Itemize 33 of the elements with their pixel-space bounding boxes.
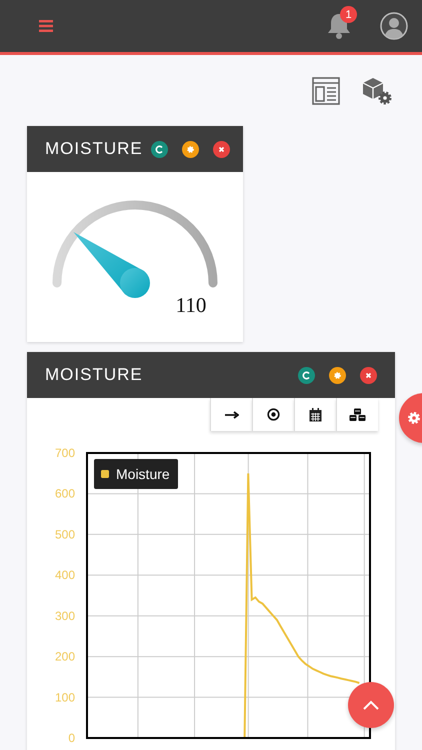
y-tick-label: 300 bbox=[54, 608, 75, 623]
user-avatar-icon[interactable] bbox=[380, 12, 408, 40]
y-tick-label: 700 bbox=[54, 446, 75, 460]
refresh-icon[interactable] bbox=[298, 366, 315, 384]
y-tick-label: 400 bbox=[54, 568, 75, 582]
y-tick-label: 0 bbox=[68, 731, 75, 745]
y-tick-label: 200 bbox=[54, 650, 75, 664]
target-button[interactable] bbox=[252, 398, 294, 431]
menu-icon[interactable] bbox=[39, 20, 53, 32]
chevron-up-icon bbox=[363, 700, 379, 710]
close-icon[interactable] bbox=[360, 366, 377, 384]
legend-label: Moisture bbox=[116, 466, 170, 482]
widget-title: MOISTURE bbox=[45, 139, 143, 159]
arrow-right-icon bbox=[224, 410, 238, 418]
close-icon[interactable] bbox=[212, 140, 230, 158]
calendar-icon bbox=[309, 408, 322, 422]
y-tick-label: 500 bbox=[54, 527, 75, 542]
cubes-icon bbox=[348, 408, 366, 422]
settings-icon[interactable] bbox=[182, 140, 199, 158]
gauge-value: 110 bbox=[176, 293, 206, 317]
widget-title: MOISTURE bbox=[45, 365, 143, 385]
arrow-right-button[interactable] bbox=[210, 398, 252, 431]
y-tick-label: 600 bbox=[54, 486, 75, 501]
layout-icon[interactable] bbox=[312, 77, 340, 105]
calendar-button[interactable] bbox=[294, 398, 336, 431]
cube-settings-icon[interactable] bbox=[362, 77, 392, 105]
target-icon bbox=[267, 408, 280, 421]
y-tick-label: 100 bbox=[54, 690, 75, 704]
settings-icon bbox=[407, 411, 421, 425]
settings-icon[interactable] bbox=[329, 366, 346, 384]
refresh-icon[interactable] bbox=[150, 140, 168, 158]
cubes-button[interactable] bbox=[336, 398, 378, 431]
notification-count: 1 bbox=[340, 6, 357, 23]
